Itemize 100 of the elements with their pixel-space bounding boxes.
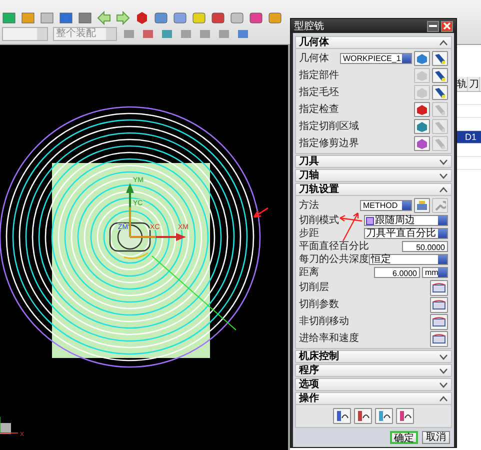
dialog-title: 型腔铣 (294, 20, 324, 33)
toolbar-icon[interactable] (268, 11, 282, 25)
field-label: 指定毛坯 (299, 86, 339, 98)
section-header[interactable]: 刀轨设置 (295, 183, 452, 196)
section-header[interactable]: 机床控制 (295, 350, 452, 363)
flashlight-icon (434, 120, 446, 132)
table-row[interactable]: D1 (456, 131, 481, 144)
field-label: 指定修剪边界 (299, 138, 359, 150)
settings-dialog-button[interactable] (430, 330, 448, 346)
toolbar-icon[interactable] (2, 11, 16, 25)
section-header[interactable]: 刀具 (295, 155, 452, 168)
setting-dropdown[interactable]: 跟随周边 (364, 215, 448, 226)
geometry-icon (416, 120, 428, 132)
settings-dialog-button[interactable] (430, 280, 448, 296)
toolbar-icon[interactable] (236, 27, 250, 41)
flashlight-icon (434, 86, 446, 98)
setting-dropdown[interactable]: 刀具平直百分比 (364, 228, 448, 239)
flashlight-icon (434, 104, 446, 116)
field-label: 进给率和速度 (299, 332, 359, 344)
toolbar-icon[interactable] (192, 11, 206, 25)
toolbar-icon[interactable] (230, 11, 244, 25)
field-label: 几何体 (299, 52, 329, 64)
settings-icon (432, 282, 446, 294)
unit-dropdown[interactable]: mm (422, 267, 448, 278)
method-icon (416, 200, 428, 212)
section-header[interactable]: 几何体 (295, 36, 452, 49)
dialog-button[interactable]: 取消 (422, 431, 450, 444)
flashlight-icon (434, 138, 446, 150)
field-label: 指定检查 (299, 104, 339, 116)
arrow-left-icon[interactable] (97, 11, 111, 25)
geometry-icon (416, 86, 428, 98)
minimize-icon (429, 22, 437, 30)
table-cell: D1 (465, 132, 477, 142)
section-header[interactable]: 操作 (295, 392, 452, 405)
number-field[interactable]: 50.0000 (402, 241, 448, 252)
collapse-chevron-icon (439, 396, 448, 402)
field-label: 非切削移动 (299, 316, 349, 328)
geometry-icon (416, 70, 428, 82)
display-button[interactable] (432, 68, 448, 83)
select-geometry-button[interactable] (414, 102, 430, 117)
flashlight-icon (434, 52, 446, 64)
setting-dropdown[interactable]: 恒定 (369, 254, 448, 265)
operation-icon (398, 410, 412, 422)
annotation-arrow (253, 207, 269, 218)
method-dropdown[interactable]: METHOD (360, 200, 412, 211)
settings-dialog-button[interactable] (430, 296, 448, 312)
operation-button[interactable] (333, 408, 351, 424)
settings-dialog-button[interactable] (430, 314, 448, 330)
cube-icon[interactable] (135, 11, 149, 25)
wrench-button[interactable] (432, 198, 448, 213)
select-geometry-button[interactable] (414, 51, 430, 66)
section-header[interactable]: 选项 (295, 378, 452, 391)
arrow-right-icon[interactable] (116, 11, 130, 25)
toolbar-icon[interactable] (40, 11, 54, 25)
settings-icon (432, 316, 446, 328)
toolbar-icon[interactable] (21, 11, 35, 25)
operation-icon (377, 410, 391, 422)
operation-button[interactable] (354, 408, 372, 424)
field-label: 每刀的公共深度 (299, 254, 369, 266)
field-label: 指定部件 (299, 70, 339, 82)
geometry-icon (416, 52, 428, 64)
toolbar-icon[interactable] (249, 11, 263, 25)
minimize-button[interactable] (427, 20, 439, 32)
settings-icon (432, 298, 446, 310)
display-button[interactable] (432, 85, 448, 100)
geometry-dropdown[interactable]: WORKPIECE_1 (340, 53, 412, 64)
section-header[interactable]: 程序 (295, 364, 452, 377)
operation-icon (356, 410, 370, 422)
select-geometry-button[interactable] (414, 119, 430, 134)
toolbar-icon[interactable] (78, 11, 92, 25)
toolbar-icon[interactable] (154, 11, 168, 25)
toolbar-icon[interactable] (173, 11, 187, 25)
close-icon (443, 22, 451, 30)
geometry-icon (416, 138, 428, 150)
field-label: 方法 (299, 200, 319, 212)
collapse-chevron-icon (439, 40, 448, 46)
close-button[interactable] (441, 20, 453, 32)
toolbar-icon[interactable] (211, 11, 225, 25)
field-label: 平面直径百分比 (299, 240, 369, 252)
dialog-button[interactable]: 确定 (390, 431, 418, 444)
column-header[interactable]: 刀 (468, 77, 480, 91)
settings-icon (432, 332, 446, 344)
toolbar-icon[interactable] (59, 11, 73, 25)
flashlight-icon (434, 70, 446, 82)
collapse-chevron-icon (439, 186, 448, 192)
number-field[interactable]: 6.0000 (374, 267, 420, 278)
section-header[interactable]: 刀轴 (295, 169, 452, 182)
toolbar-icon[interactable] (141, 27, 155, 41)
operation-button[interactable] (375, 408, 393, 424)
method-edit-button[interactable] (414, 198, 430, 213)
wrench-icon (434, 200, 446, 212)
toolbar-icon[interactable] (160, 27, 174, 41)
field-label: 距离 (299, 266, 319, 278)
display-button[interactable] (432, 51, 448, 66)
geometry-icon (416, 104, 428, 116)
field-label: 步距 (299, 228, 319, 240)
select-geometry-button[interactable] (414, 136, 430, 151)
field-label: 指定切削区域 (299, 120, 359, 132)
field-label: 切削层 (299, 282, 329, 294)
operation-button[interactable] (396, 408, 414, 424)
